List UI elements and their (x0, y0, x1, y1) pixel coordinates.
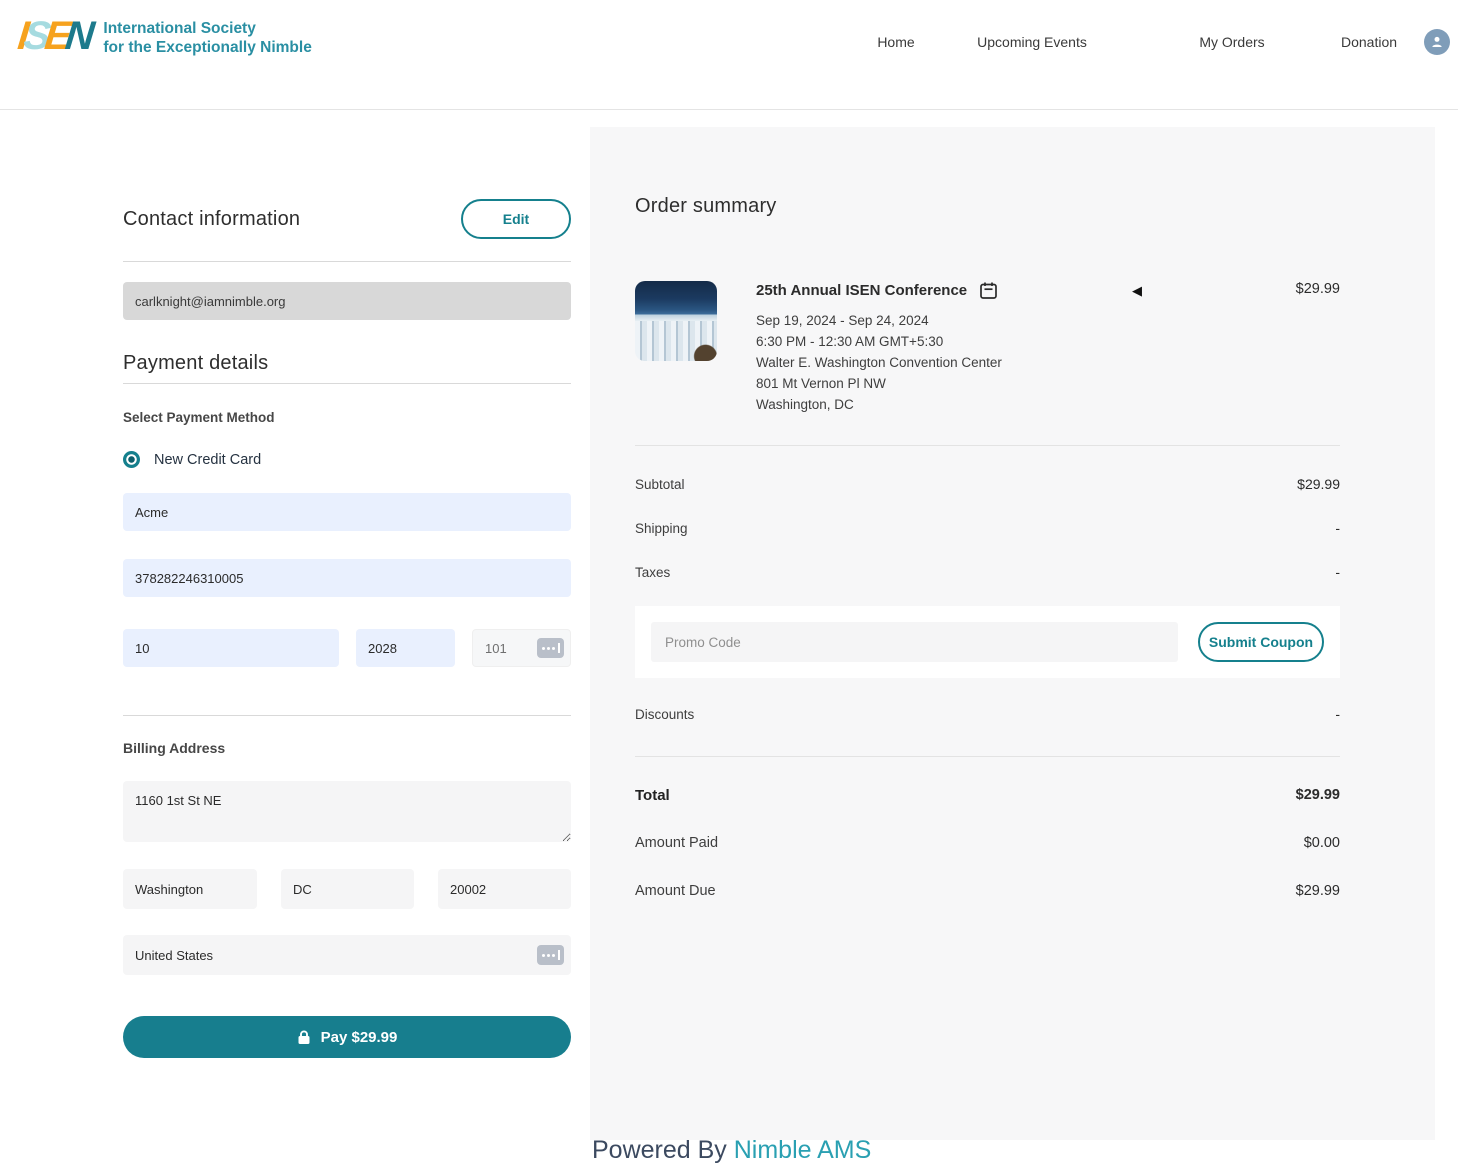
site-header: ISEN International Society for the Excep… (0, 0, 1458, 110)
order-summary-panel: Order summary 25th Annual ISEN Conferenc… (590, 127, 1435, 1140)
user-icon (1429, 34, 1445, 50)
logo-tagline: International Society for the Exceptiona… (103, 12, 311, 57)
amount-due-value: $29.99 (1296, 883, 1340, 899)
cardholder-name-field[interactable] (123, 493, 571, 531)
shipping-row: Shipping - (635, 506, 1340, 550)
nimble-ams-link[interactable]: Nimble AMS (734, 1136, 872, 1164)
nav-donation[interactable]: Donation (1329, 34, 1409, 50)
amount-paid-row: Amount Paid $0.00 (635, 819, 1340, 867)
country-field[interactable] (123, 935, 571, 975)
submit-coupon-button[interactable]: Submit Coupon (1198, 622, 1324, 662)
event-price: $29.99 (1296, 281, 1340, 297)
site-footer: Powered By Nimble AMS (0, 1140, 1458, 1169)
order-summary-heading: Order summary (635, 195, 1340, 218)
logo-tagline-line2: for the Exceptionally Nimble (103, 38, 311, 57)
discounts-row: Discounts - (635, 692, 1340, 736)
edit-contact-button[interactable]: Edit (461, 199, 571, 239)
state-field[interactable] (281, 869, 414, 909)
taxes-label: Taxes (635, 565, 670, 580)
discounts-label: Discounts (635, 707, 694, 722)
cvv-card-icon (537, 638, 564, 658)
divider (123, 383, 571, 384)
event-title: 25th Annual ISEN Conference (756, 282, 967, 299)
payment-details-heading: Payment details (123, 352, 571, 375)
summary-rows: Subtotal $29.99 Shipping - Taxes - (635, 462, 1340, 594)
promo-code-card: Submit Coupon (635, 606, 1340, 678)
event-address: 801 Mt Vernon Pl NW (756, 373, 1340, 394)
total-label: Total (635, 787, 670, 804)
radio-selected-icon[interactable] (123, 451, 140, 468)
promo-code-input[interactable] (651, 622, 1178, 662)
shipping-label: Shipping (635, 521, 688, 536)
order-item-row: 25th Annual ISEN Conference Sep 19, 2024… (635, 281, 1340, 415)
nav-upcoming-events[interactable]: Upcoming Events (932, 34, 1132, 50)
amount-due-label: Amount Due (635, 883, 716, 899)
total-row: Total $29.99 (635, 771, 1340, 819)
powered-by-text: Powered By (592, 1136, 734, 1164)
pay-button-label: Pay $29.99 (321, 1029, 398, 1046)
amount-due-row: Amount Due $29.99 (635, 867, 1340, 915)
divider (123, 261, 571, 262)
subtotal-label: Subtotal (635, 477, 685, 492)
checkout-form: Contact information Edit Payment details… (123, 199, 571, 1058)
subtotal-row: Subtotal $29.99 (635, 462, 1340, 506)
isen-logo[interactable]: ISEN International Society for the Excep… (18, 12, 312, 60)
event-venue: Walter E. Washington Convention Center (756, 352, 1340, 373)
lock-icon (297, 1030, 311, 1045)
amount-paid-value: $0.00 (1304, 835, 1340, 851)
collapse-arrow-icon[interactable]: ◀ (1132, 283, 1142, 299)
expiry-month-field[interactable] (123, 629, 339, 667)
select-payment-method-label: Select Payment Method (123, 410, 571, 425)
event-city: Washington, DC (756, 394, 1340, 415)
contact-information-heading: Contact information (123, 208, 300, 231)
event-dates: Sep 19, 2024 - Sep 24, 2024 (756, 310, 1340, 331)
logo-letter: N (63, 12, 94, 60)
discounts-value: - (1335, 706, 1340, 722)
nav-home[interactable]: Home (860, 34, 932, 50)
isen-logo-mark: ISEN (15, 12, 93, 60)
billing-address-label: Billing Address (123, 740, 571, 756)
taxes-row: Taxes - (635, 550, 1340, 594)
taxes-value: - (1335, 564, 1340, 580)
payment-method-label: New Credit Card (154, 452, 261, 468)
event-time: 6:30 PM - 12:30 AM GMT+5:30 (756, 331, 1340, 352)
zip-field[interactable] (438, 869, 571, 909)
nav-my-orders[interactable]: My Orders (1182, 34, 1282, 50)
event-thumbnail-image (635, 281, 717, 361)
divider (123, 715, 571, 716)
city-field[interactable] (123, 869, 257, 909)
shipping-value: - (1335, 520, 1340, 536)
main-nav: Home Upcoming Events My Orders Donation (860, 34, 1409, 50)
autofill-icon (537, 945, 564, 965)
subtotal-value: $29.99 (1297, 476, 1340, 492)
total-value: $29.99 (1296, 787, 1340, 803)
email-field[interactable] (123, 282, 571, 320)
street-address-field[interactable]: 1160 1st St NE (123, 781, 571, 842)
event-info: 25th Annual ISEN Conference Sep 19, 2024… (756, 281, 1340, 415)
card-number-field[interactable] (123, 559, 571, 597)
divider (635, 756, 1340, 757)
totals-section: Total $29.99 Amount Paid $0.00 Amount Du… (635, 771, 1340, 915)
pay-button[interactable]: Pay $29.99 (123, 1016, 571, 1058)
expiry-year-field[interactable] (356, 629, 455, 667)
amount-paid-label: Amount Paid (635, 835, 718, 851)
calendar-icon (979, 281, 998, 300)
user-avatar-button[interactable] (1424, 29, 1450, 55)
divider (635, 445, 1340, 446)
payment-method-new-credit-card[interactable]: New Credit Card (123, 451, 571, 468)
logo-tagline-line1: International Society (103, 19, 311, 38)
